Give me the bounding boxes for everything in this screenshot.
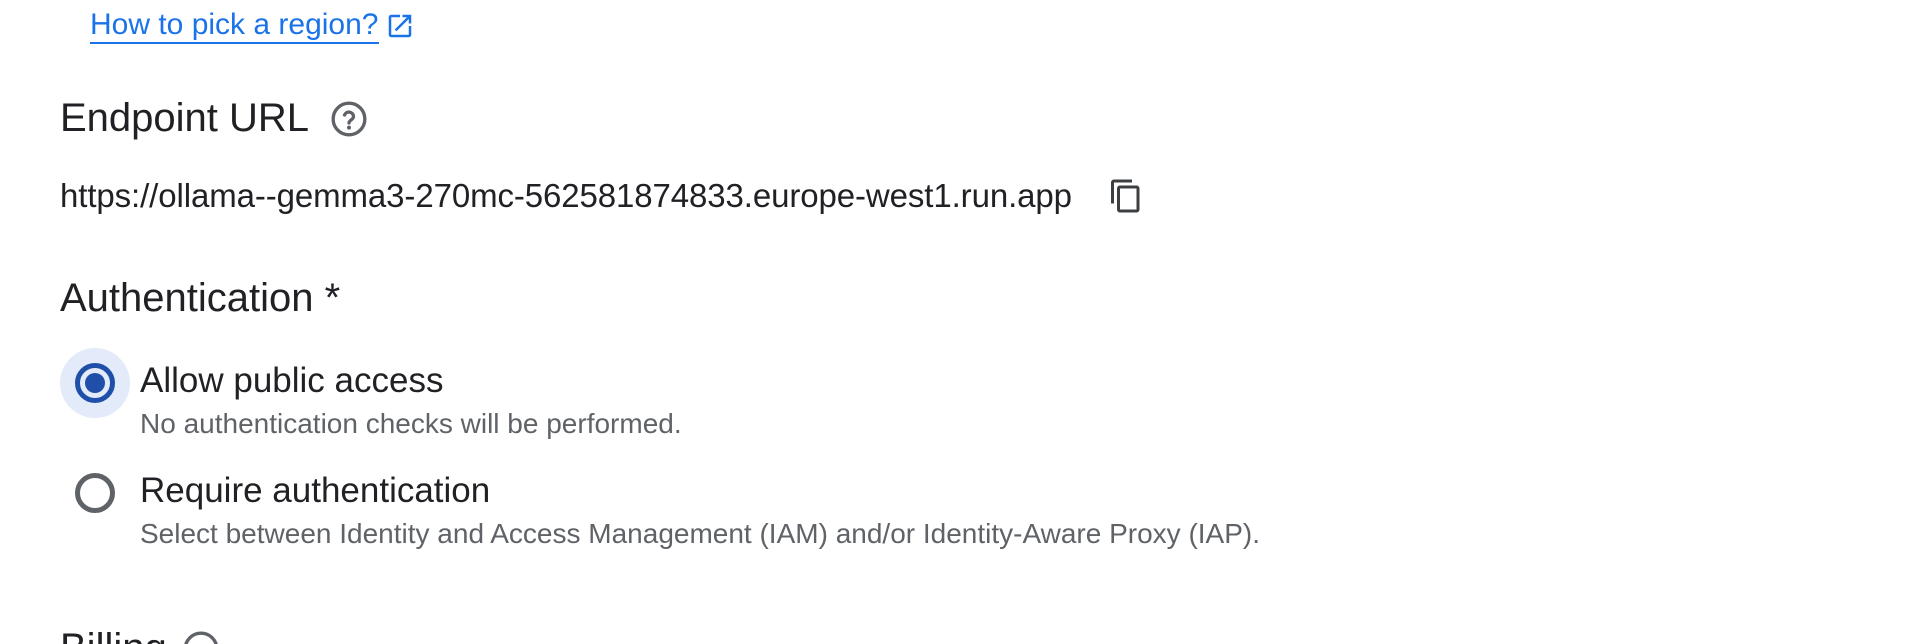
copy-icon[interactable] bbox=[1106, 176, 1146, 216]
endpoint-url-row: https://ollama--gemma3-270mc-56258187483… bbox=[60, 176, 1146, 216]
radio-option-allow-public-access[interactable]: Allow public access No authentication ch… bbox=[60, 348, 682, 442]
help-circle-icon[interactable] bbox=[181, 629, 221, 644]
radio-outer-ring bbox=[75, 473, 115, 513]
radio-outer-ring bbox=[75, 363, 115, 403]
help-circle-icon[interactable] bbox=[329, 99, 369, 139]
radio-text-require-authentication: Require authentication Select between Id… bbox=[140, 470, 1260, 552]
region-help-link[interactable]: How to pick a region? bbox=[90, 8, 415, 44]
external-link-icon[interactable] bbox=[385, 11, 415, 41]
authentication-heading: Authentication * bbox=[60, 276, 341, 320]
radio-button-allow-public-access[interactable] bbox=[60, 348, 130, 418]
endpoint-url-title: Endpoint URL bbox=[60, 96, 310, 140]
endpoint-url-value: https://ollama--gemma3-270mc-56258187483… bbox=[60, 177, 1072, 214]
radio-option-require-authentication[interactable]: Require authentication Select between Id… bbox=[60, 458, 1260, 552]
radio-description-require-authentication: Select between Identity and Access Manag… bbox=[140, 518, 1261, 549]
page: How to pick a region? Endpoint URL https… bbox=[0, 0, 1908, 644]
radio-button-require-authentication[interactable] bbox=[60, 458, 130, 528]
radio-label-require-authentication[interactable]: Require authentication bbox=[140, 470, 1260, 512]
billing-heading: Billing bbox=[60, 626, 221, 644]
billing-title: Billing bbox=[60, 626, 167, 644]
radio-label-allow-public-access[interactable]: Allow public access bbox=[140, 360, 682, 402]
radio-description-allow-public-access: No authentication checks will be perform… bbox=[140, 408, 682, 439]
endpoint-url-heading: Endpoint URL bbox=[60, 96, 369, 141]
radio-text-allow-public-access: Allow public access No authentication ch… bbox=[140, 360, 682, 442]
region-help-link-text[interactable]: How to pick a region? bbox=[90, 8, 379, 44]
radio-selected-dot bbox=[85, 373, 105, 393]
